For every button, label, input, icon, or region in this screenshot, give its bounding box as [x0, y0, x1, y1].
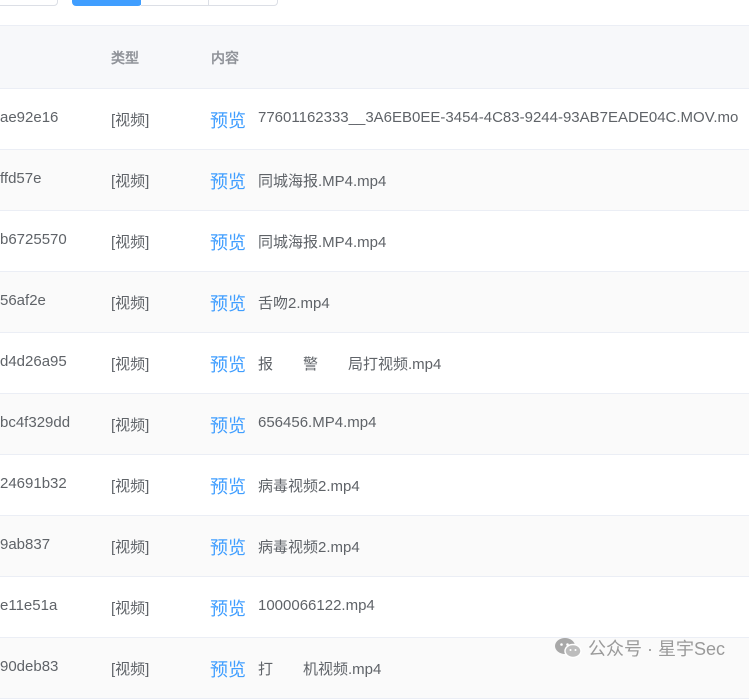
message-table: 类型 内容 ae92e16 [视频] 预览 77601162333__3A6EB0EE… — [0, 25, 749, 699]
preview-link[interactable]: 预览 — [210, 229, 246, 255]
preview-link[interactable]: 预览 — [210, 534, 246, 560]
table-row: e11e51a [视频] 预览 1000066122.mp4 — [0, 577, 749, 638]
tab-button[interactable] — [141, 0, 209, 6]
row-filename: 656456.MP4.mp4 — [258, 414, 377, 431]
row-type: [视频] — [111, 417, 150, 434]
watermark: 公众号 · 星宇Sec — [554, 635, 725, 661]
tab-button-active[interactable] — [72, 0, 142, 6]
row-type: [视频] — [111, 356, 150, 373]
row-filename: 病毒视频2.mp4 — [258, 478, 360, 495]
table-row: 9ab837 [视频] 预览 病毒视频2.mp4 — [0, 516, 749, 577]
table-row: 24691b32 [视频] 预览 病毒视频2.mp4 — [0, 455, 749, 516]
table-row: ae92e16 [视频] 预览 77601162333__3A6EB0EE-3454-… — [0, 89, 749, 150]
row-id: 24691b32 — [0, 475, 67, 492]
row-filename: 舌吻2.mp4 — [258, 295, 330, 312]
row-id: 9ab837 — [0, 536, 51, 553]
row-type: [视频] — [111, 173, 150, 190]
row-type: [视频] — [111, 478, 150, 495]
row-id: 90deb83 — [0, 658, 59, 675]
row-filename: 77601162333__3A6EB0EE-3454-4C83-9244-93A… — [258, 109, 739, 126]
row-filename: 1000066122.mp4 — [258, 597, 375, 614]
table-row: ffd57e [视频] 预览 同城海报.MP4.mp4 — [0, 150, 749, 211]
row-id: b6725570 — [0, 231, 67, 248]
row-id: ffd57e — [0, 170, 42, 187]
watermark-text: 公众号 · 星宇Sec — [587, 639, 725, 659]
table-row: d4d26a95 [视频] 预览报 警 局打视频.mp4 — [0, 333, 749, 394]
row-id: d4d26a95 — [0, 353, 67, 370]
tab-button[interactable] — [0, 0, 58, 6]
table-row: b6725570 [视频] 预览 同城海报.MP4.mp4 — [0, 211, 749, 272]
row-id: bc4f329dd — [0, 414, 71, 431]
row-type: [视频] — [111, 234, 150, 251]
preview-link[interactable]: 预览 — [210, 656, 246, 682]
row-filename: 病毒视频2.mp4 — [258, 539, 360, 556]
row-type: [视频] — [111, 295, 150, 312]
wechat-icon — [554, 638, 582, 659]
table-row: 56af2e [视频] 预览 舌吻2.mp4 — [0, 272, 749, 333]
header-content: 内容 — [211, 50, 239, 66]
row-filename: 同城海报.MP4.mp4 — [258, 173, 387, 190]
preview-link[interactable]: 预览 — [210, 473, 246, 499]
row-filename: 同城海报.MP4.mp4 — [258, 234, 387, 251]
row-filename: 打 机视频.mp4 — [258, 661, 382, 678]
table-row: bc4f329dd [视频] 预览 656456.MP4.mp4 — [0, 394, 749, 455]
row-filename: 报 警 局打视频.mp4 — [258, 356, 442, 373]
row-id: e11e51a — [0, 597, 58, 614]
tab-strip — [0, 0, 749, 25]
tab-button[interactable] — [209, 0, 278, 6]
table-header: 类型 内容 — [0, 26, 749, 89]
table-body: ae92e16 [视频] 预览 77601162333__3A6EB0EE-3454-… — [0, 89, 749, 699]
row-type: [视频] — [111, 600, 150, 617]
row-id: ae92e16 — [0, 109, 59, 126]
preview-link[interactable]: 预览 — [210, 107, 246, 133]
preview-link[interactable]: 预览 — [210, 168, 246, 194]
preview-link[interactable]: 预览 — [210, 595, 246, 621]
preview-link[interactable]: 预览 — [210, 412, 246, 438]
preview-link[interactable]: 预览 — [210, 290, 246, 316]
row-type: [视频] — [111, 112, 150, 129]
row-id: 56af2e — [0, 292, 46, 309]
row-type: [视频] — [111, 661, 150, 678]
preview-link[interactable]: 预览 — [210, 351, 246, 377]
row-type: [视频] — [111, 539, 150, 556]
header-type: 类型 — [111, 50, 139, 66]
